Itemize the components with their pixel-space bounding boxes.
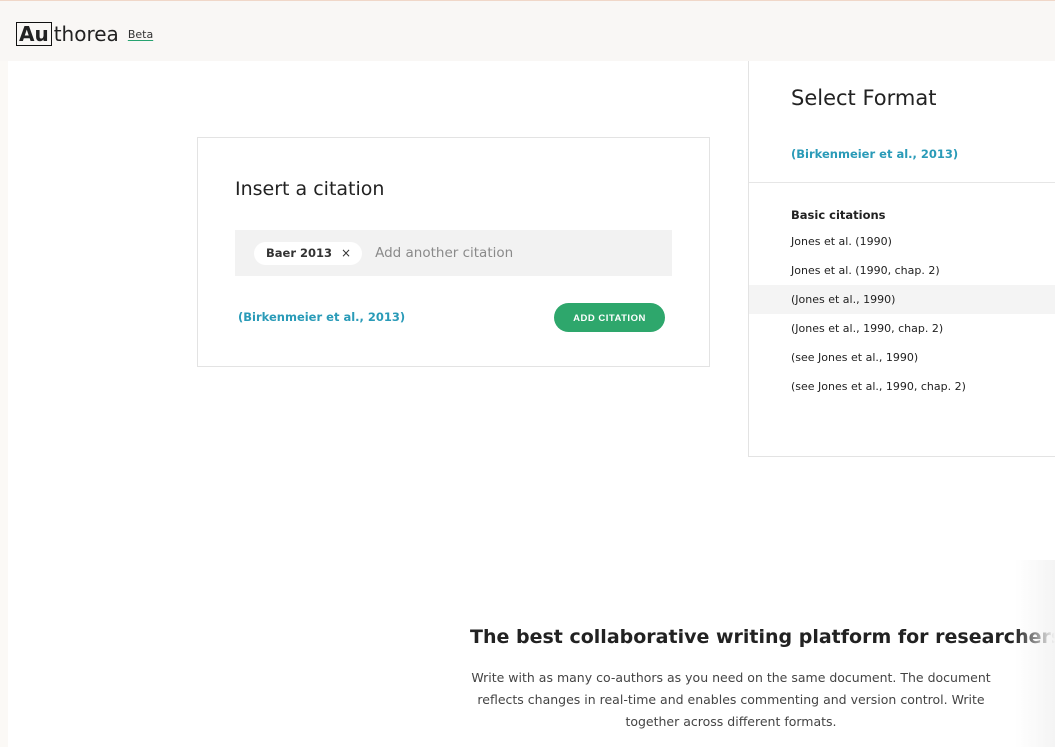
logo-text: thorea: [53, 22, 119, 46]
top-bar: Au thorea Beta: [0, 0, 1055, 61]
beta-link[interactable]: Beta: [128, 28, 153, 41]
promo-heading: The best collaborative writing platform …: [470, 626, 1055, 648]
format-option[interactable]: (see Jones et al., 1990, chap. 2): [749, 372, 1055, 401]
format-option[interactable]: Jones et al. (1990): [749, 227, 1055, 256]
insert-citation-card: Insert a citation Baer 2013 × (Birkenmei…: [197, 137, 710, 367]
select-format-title: Select Format: [791, 86, 937, 110]
divider: [749, 182, 1055, 183]
logo-boxed-text: Au: [16, 22, 52, 46]
chip-remove-icon[interactable]: ×: [341, 246, 351, 260]
citation-chip: Baer 2013 ×: [254, 241, 363, 265]
format-option-highlighted[interactable]: (Jones et al., 1990): [749, 285, 1055, 314]
promo-description: Write with as many co-authors as you nee…: [471, 670, 991, 729]
selected-format-preview[interactable]: (Birkenmeier et al., 2013): [791, 147, 958, 161]
format-options-list: Jones et al. (1990) Jones et al. (1990, …: [749, 227, 1055, 401]
left-edge-strip: [0, 61, 8, 747]
format-option[interactable]: (see Jones et al., 1990): [749, 343, 1055, 372]
format-option[interactable]: Jones et al. (1990, chap. 2): [749, 256, 1055, 285]
citation-preview[interactable]: (Birkenmeier et al., 2013): [238, 310, 405, 324]
right-shadow: [1015, 560, 1055, 747]
format-option[interactable]: (Jones et al., 1990, chap. 2): [749, 314, 1055, 343]
citation-input-box[interactable]: Baer 2013 ×: [235, 230, 672, 276]
citation-chip-label: Baer 2013: [266, 246, 333, 260]
insert-citation-title: Insert a citation: [235, 178, 385, 200]
authorea-logo[interactable]: Au thorea Beta: [16, 22, 153, 46]
add-citation-button[interactable]: ADD CITATION: [554, 303, 665, 332]
basic-citations-heading: Basic citations: [791, 208, 886, 222]
add-citation-input[interactable]: [373, 244, 628, 262]
select-format-panel: Select Format (Birkenmeier et al., 2013)…: [748, 61, 1055, 457]
